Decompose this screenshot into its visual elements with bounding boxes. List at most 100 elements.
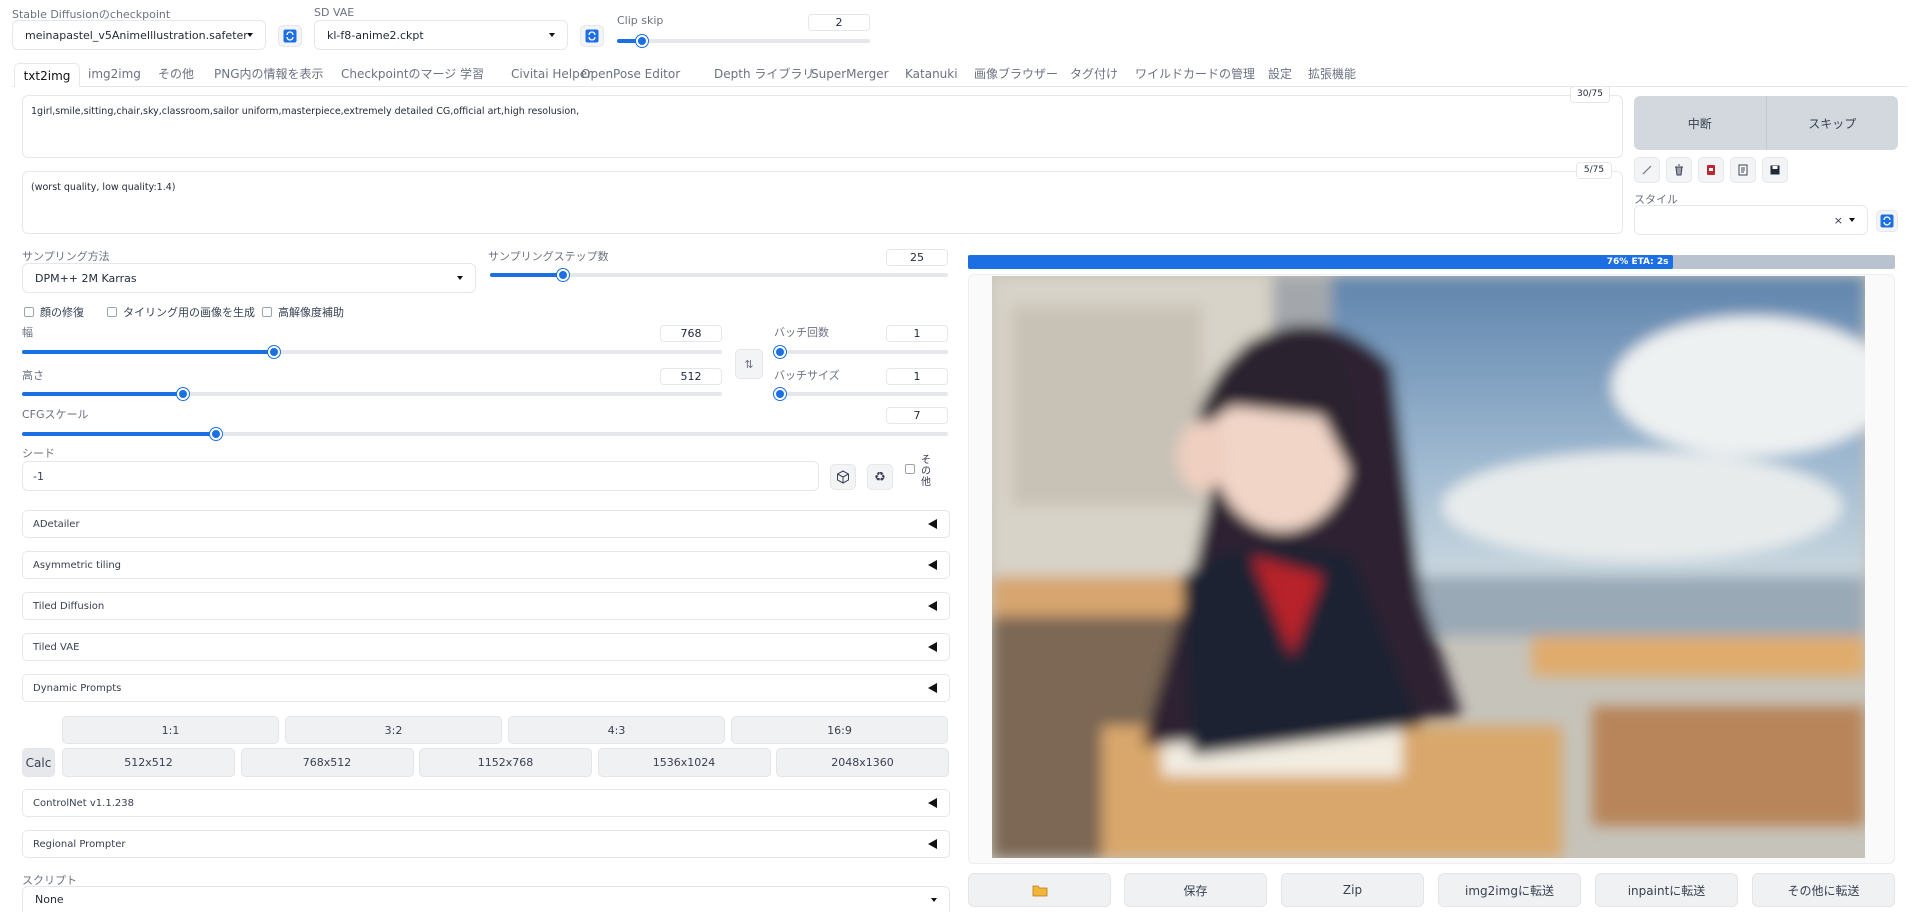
vae-select[interactable]: kl-f8-anime2.ckpt — [314, 20, 568, 50]
steps-slider[interactable] — [490, 269, 948, 281]
seed-input[interactable]: -1 — [22, 461, 819, 491]
pencil-icon — [1642, 165, 1652, 175]
sampler-value: DPM++ 2M Karras — [35, 271, 137, 285]
clip-skip-slider[interactable] — [617, 35, 870, 47]
accordion-controlnet-v1-1-238[interactable]: ControlNet v1.1.238 — [22, 789, 950, 817]
script-select[interactable]: None — [22, 886, 950, 912]
clip-skip-number[interactable]: 2 — [808, 14, 870, 31]
accordion-tiled-vae[interactable]: Tiled VAE — [22, 633, 950, 661]
tab-item[interactable]: Depth ライブラリ — [714, 64, 814, 84]
size-preset-button[interactable]: 1536x1024 — [597, 748, 771, 777]
pencil-button[interactable] — [1634, 157, 1660, 183]
tab-item[interactable]: PNG内の情報を表示 — [214, 64, 334, 84]
tab-item[interactable]: 画像ブラウザー — [974, 64, 1058, 84]
cfg-slider[interactable] — [22, 428, 948, 440]
checkpoint-select[interactable]: meinapastel_v5AnimeIllustration.safetens… — [12, 20, 266, 50]
height-number[interactable]: 512 — [660, 368, 722, 385]
vae-value: kl-f8-anime2.ckpt — [327, 28, 424, 42]
refresh-icon — [1880, 214, 1894, 228]
open-folder-button[interactable] — [968, 873, 1111, 907]
accordion-tiled-diffusion[interactable]: Tiled Diffusion — [22, 592, 950, 620]
refresh-checkpoint-button[interactable] — [278, 25, 302, 47]
style-select[interactable]: × — [1634, 205, 1868, 235]
size-preset-button[interactable]: 2048x1360 — [776, 748, 949, 777]
aspect-ratio-button[interactable]: 1:1 — [62, 716, 279, 744]
tab-item[interactable]: 設定 — [1268, 64, 1296, 84]
tab-item[interactable]: Civitai Helper — [511, 64, 592, 84]
refresh-vae-button[interactable] — [580, 25, 604, 47]
batch-size-number[interactable]: 1 — [886, 368, 948, 385]
checkbox-box[interactable] — [24, 307, 34, 317]
random-seed-button[interactable] — [830, 464, 856, 490]
red-card-button[interactable] — [1698, 157, 1724, 183]
prompt-textarea[interactable]: 1girl,smile,sitting,chair,sky,classroom,… — [22, 95, 1623, 158]
tab-item[interactable]: その他 — [158, 64, 202, 84]
height-slider[interactable] — [22, 388, 722, 400]
batch-count-slider[interactable] — [774, 346, 948, 358]
recycle-icon: ♻ — [874, 469, 886, 485]
steps-number[interactable]: 25 — [886, 249, 948, 266]
tab-item[interactable]: 学習 — [460, 64, 492, 84]
aspect-ratio-button[interactable]: 16:9 — [731, 716, 948, 744]
width-number[interactable]: 768 — [660, 325, 722, 342]
width-slider[interactable] — [22, 346, 722, 358]
checkbox-box[interactable] — [262, 307, 272, 317]
sampler-select[interactable]: DPM++ 2M Karras — [22, 263, 476, 293]
aspect-ratio-button[interactable]: 4:3 — [508, 716, 725, 744]
aspect-ratio-button[interactable]: 3:2 — [285, 716, 502, 744]
option-checkbox[interactable]: 顔の修復 — [24, 304, 84, 320]
batch-count-label: バッチ回数 — [774, 326, 829, 339]
tab-item[interactable]: タグ付け — [1070, 64, 1122, 84]
trash-button[interactable] — [1666, 157, 1692, 183]
tab-item[interactable]: Katanuki — [905, 64, 965, 84]
seed-extra-checkbox[interactable] — [905, 464, 917, 476]
accordion-regional-prompter[interactable]: Regional Prompter — [22, 830, 950, 858]
batch-size-slider[interactable] — [774, 388, 948, 400]
accordion-asymmetric-tiling[interactable]: Asymmetric tiling — [22, 551, 950, 579]
clear-icon[interactable]: × — [1834, 214, 1843, 227]
accordion-title: Tiled VAE — [33, 641, 80, 653]
accordion-title: ControlNet v1.1.238 — [33, 797, 134, 809]
size-preset-button[interactable]: 512x512 — [62, 748, 235, 777]
generated-image-preview[interactable] — [992, 276, 1865, 858]
tab-txt2img[interactable]: txt2img — [14, 63, 80, 87]
clipboard-button[interactable] — [1730, 157, 1756, 183]
cfg-label: CFGスケール — [22, 408, 89, 421]
swap-dimensions-button[interactable]: ⇅ — [735, 349, 763, 379]
swap-icon: ⇅ — [744, 357, 754, 371]
interrupt-button[interactable]: 中断 — [1634, 96, 1767, 150]
option-checkbox[interactable]: 高解像度補助 — [262, 304, 344, 320]
collapse-arrow-icon — [928, 683, 937, 693]
tab-item[interactable]: img2img — [88, 64, 154, 84]
tab-item[interactable]: 拡張機能 — [1308, 64, 1378, 84]
accordion-title: Asymmetric tiling — [33, 559, 122, 571]
tab-item[interactable]: OpenPose Editor — [581, 64, 699, 84]
cfg-number[interactable]: 7 — [886, 407, 948, 424]
tab-item[interactable]: ワイルドカードの管理 — [1135, 64, 1255, 84]
height-label: 高さ — [22, 369, 44, 382]
batch-count-number[interactable]: 1 — [886, 325, 948, 342]
width-label: 幅 — [22, 326, 33, 339]
refresh-style-button[interactable] — [1876, 210, 1898, 232]
size-preset-button[interactable]: 768x512 — [240, 748, 414, 777]
output-button[interactable]: inpaintに転送 — [1595, 873, 1738, 907]
negative-prompt-textarea[interactable]: (worst quality, low quality:1.4) — [22, 171, 1623, 234]
output-button[interactable]: 保存 — [1124, 873, 1267, 907]
skip-button[interactable]: スキップ — [1767, 96, 1899, 150]
size-preset-button[interactable]: 1152x768 — [419, 748, 592, 777]
reuse-seed-button[interactable]: ♻ — [867, 464, 893, 490]
checkbox-label: 顔の修復 — [40, 306, 84, 319]
calc-button[interactable]: Calc — [22, 748, 55, 777]
accordion-title: ADetailer — [33, 518, 80, 530]
output-button[interactable]: img2imgに転送 — [1438, 873, 1581, 907]
accordion-adetailer[interactable]: ADetailer — [22, 510, 950, 538]
tab-item[interactable]: Checkpointのマージ — [341, 64, 465, 84]
collapse-arrow-icon — [928, 519, 937, 529]
output-button[interactable]: その他に転送 — [1752, 873, 1895, 907]
accordion-dynamic-prompts[interactable]: Dynamic Prompts — [22, 674, 950, 702]
tab-item[interactable]: SuperMerger — [811, 64, 889, 84]
option-checkbox[interactable]: タイリング用の画像を生成 — [107, 304, 255, 320]
checkbox-box[interactable] — [107, 307, 117, 317]
output-button[interactable]: Zip — [1281, 873, 1424, 907]
save-button[interactable] — [1762, 157, 1788, 183]
